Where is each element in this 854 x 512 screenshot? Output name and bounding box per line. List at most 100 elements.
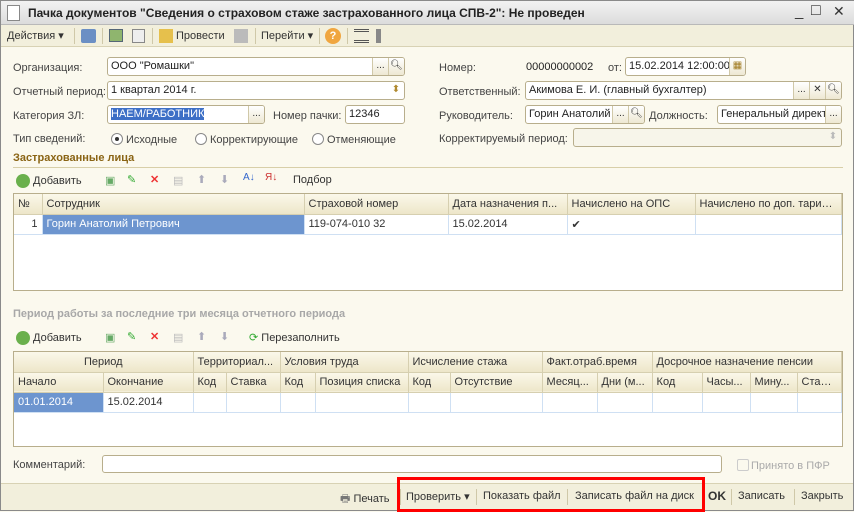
column-header[interactable]: Ставка [226, 372, 281, 393]
table-cell[interactable] [315, 392, 409, 413]
column-header[interactable]: Код [652, 372, 703, 393]
clear-icon[interactable]: ✕ [809, 82, 825, 99]
search-icon[interactable]: 🔍︎ [825, 82, 841, 99]
save-close-icon[interactable] [81, 29, 96, 43]
table-cell[interactable] [193, 392, 227, 413]
edit-icon[interactable]: ✎ [127, 330, 136, 343]
group-header[interactable]: Территориал... [193, 352, 281, 373]
position-field[interactable]: Генеральный директ ... [717, 105, 842, 124]
table-cell[interactable] [542, 392, 598, 413]
spin-icon[interactable]: ⬍ [825, 129, 841, 146]
select-button[interactable]: ... [612, 106, 628, 123]
ok-button[interactable]: OK [708, 489, 726, 503]
comment-field[interactable] [102, 455, 722, 473]
column-header[interactable]: Дни (м... [597, 372, 653, 393]
edit-icon[interactable]: ✎ [127, 173, 136, 186]
sort-asc-icon[interactable]: A↓ [243, 172, 255, 183]
period-field[interactable]: 1 квартал 2014 г. ⬍ [107, 81, 405, 100]
head-field[interactable]: Горин Анатолий ... 🔍︎ [525, 105, 645, 124]
copy-icon[interactable] [132, 29, 145, 43]
pack-number-field[interactable]: 12346 [345, 105, 405, 124]
table-cell[interactable] [797, 392, 843, 413]
move-up-icon[interactable]: ⬆ [197, 173, 206, 186]
column-header[interactable]: Позиция списка [315, 372, 409, 393]
end-edit-icon[interactable]: ▤ [173, 174, 183, 187]
save-button[interactable]: Записать [738, 490, 785, 502]
column-header[interactable]: № [14, 194, 43, 215]
table-cell[interactable] [750, 392, 798, 413]
column-header[interactable]: Месяц... [542, 372, 598, 393]
responsible-field[interactable]: Акимова Е. И. (главный бухгалтер) ... ✕ 🔍︎ [525, 81, 842, 100]
column-header[interactable]: Начало [14, 372, 104, 393]
column-header[interactable]: Начислено по доп. тариф... [695, 194, 842, 215]
select-button[interactable]: ... [248, 106, 264, 123]
move-up-icon[interactable]: ⬆ [197, 330, 206, 343]
column-header[interactable]: Отсутствие [450, 372, 543, 393]
delete-icon[interactable]: ✕ [150, 173, 159, 186]
table-cell[interactable] [652, 392, 703, 413]
column-header[interactable]: Начислено на ОПС [567, 194, 696, 215]
table-cell[interactable] [408, 392, 451, 413]
group-header[interactable]: Период [14, 352, 194, 373]
column-header[interactable]: Сотрудник [42, 194, 305, 215]
radio-original[interactable]: Исходные [111, 133, 177, 146]
spin-icon[interactable]: ⬍ [388, 82, 404, 99]
refill-button[interactable]: ⟳ Перезаполнить [249, 331, 340, 344]
org-field[interactable]: ООО "Ромашки" ... 🔍︎ [107, 57, 405, 76]
checklist-icon[interactable] [376, 29, 391, 43]
search-icon[interactable]: 🔍︎ [388, 58, 404, 75]
date-field[interactable]: 15.02.2014 12:00:00 ▦ [625, 57, 746, 76]
table-row[interactable]: 01.01.2014 15.02.2014 [14, 392, 843, 413]
corr-period-field[interactable]: ⬍ [573, 128, 842, 147]
select-button[interactable]: ... [793, 82, 809, 99]
column-header[interactable]: Код [408, 372, 451, 393]
sort-desc-icon[interactable]: Я↓ [265, 172, 277, 183]
select-button[interactable]: ... [372, 58, 388, 75]
table-row[interactable]: 1 Горин Анатолий Петрович 119-074-010 32… [14, 214, 842, 235]
radio-corrective[interactable]: Корректирующие [195, 133, 298, 146]
periods-add-button[interactable]: Добавить [16, 331, 82, 345]
column-header[interactable]: Часы... [702, 372, 751, 393]
table-cell[interactable] [702, 392, 751, 413]
search-icon[interactable]: 🔍︎ [628, 106, 644, 123]
calendar-icon[interactable]: ▦ [729, 58, 745, 75]
delete-icon[interactable]: ✕ [150, 330, 159, 343]
table-cell[interactable] [226, 392, 281, 413]
help-icon[interactable]: ? [325, 28, 341, 44]
insured-add-button[interactable]: Добавить [16, 174, 82, 188]
radio-cancel[interactable]: Отменяющие [312, 133, 396, 146]
group-header[interactable]: Исчисление стажа [408, 352, 543, 373]
refresh-icon[interactable] [109, 29, 123, 42]
category-field[interactable]: НАЕМ/РАБОТНИК ... [107, 105, 265, 124]
maximize-button[interactable]: □ [811, 2, 821, 20]
pick-button[interactable]: Подбор [293, 174, 332, 186]
close-button[interactable]: Закрыть [801, 490, 843, 502]
column-header[interactable]: Код [193, 372, 227, 393]
group-header[interactable]: Условия труда [280, 352, 409, 373]
goto-menu[interactable]: Перейти ▾ [261, 29, 313, 42]
column-header[interactable]: Страховой номер [304, 194, 449, 215]
end-edit-icon[interactable]: ▤ [173, 331, 183, 344]
unpost-icon[interactable] [234, 29, 248, 43]
move-down-icon[interactable]: ⬇ [220, 173, 229, 186]
move-down-icon[interactable]: ⬇ [220, 330, 229, 343]
table-cell[interactable]: 15.02.2014 [103, 392, 194, 413]
column-header[interactable]: Код [280, 372, 316, 393]
post-button[interactable]: Провести [159, 29, 225, 43]
copy-row-icon[interactable]: ▣ [105, 174, 115, 187]
close-window-button[interactable]: ✕ [833, 3, 845, 20]
column-header[interactable]: Дата назначения п... [448, 194, 568, 215]
copy-row-icon[interactable]: ▣ [105, 331, 115, 344]
minimize-button[interactable]: _ [795, 3, 803, 20]
group-header[interactable]: Факт.отраб.время [542, 352, 653, 373]
print-button[interactable]: 🖶︎ Печать [340, 490, 390, 509]
table-cell[interactable] [450, 392, 543, 413]
table-cell[interactable]: 01.01.2014 [14, 392, 104, 413]
accepted-checkbox[interactable]: Принято в ПФР [737, 459, 830, 472]
column-header[interactable]: Ставка [797, 372, 843, 393]
select-button[interactable]: ... [825, 106, 841, 123]
table-cell[interactable] [597, 392, 653, 413]
column-header[interactable]: Мину... [750, 372, 798, 393]
table-cell[interactable] [280, 392, 316, 413]
group-header[interactable]: Досрочное назначение пенсии [652, 352, 843, 373]
